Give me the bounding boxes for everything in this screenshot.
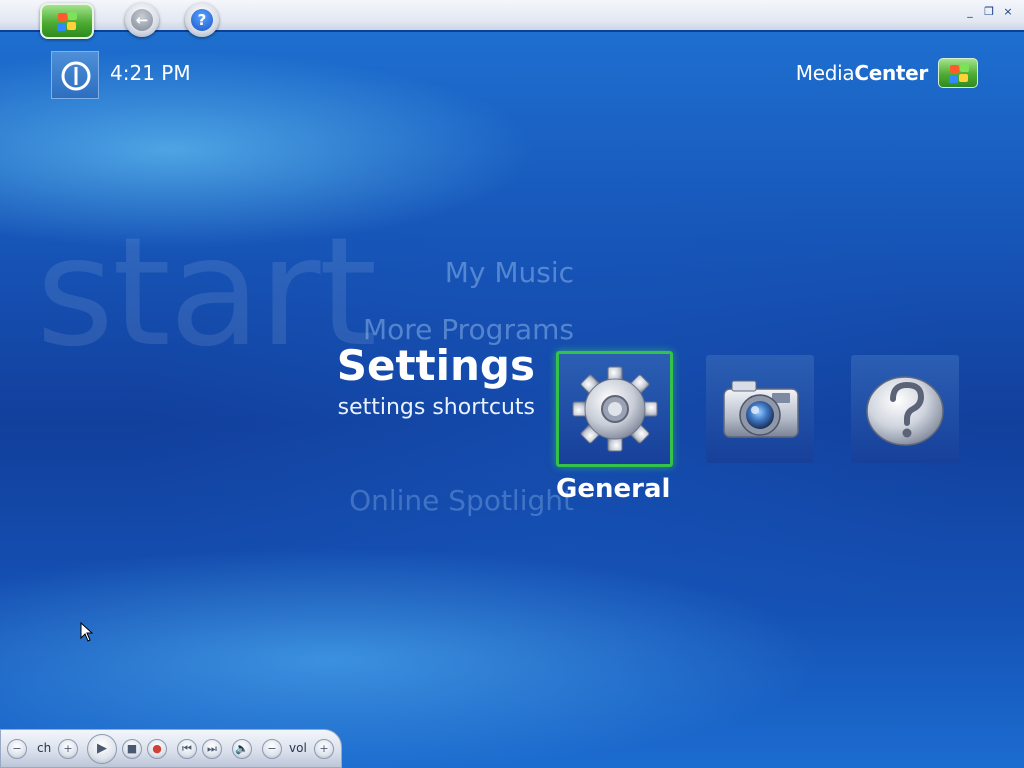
window-controls: _ ❐ × (964, 6, 1014, 18)
record-button[interactable]: ● (147, 739, 167, 759)
brand-name: MediaCenter (795, 61, 929, 85)
clock: 4:21 PM (110, 61, 191, 85)
channel-label: ch (37, 741, 52, 755)
help-icon: ? (191, 9, 213, 31)
windows-flag-icon (56, 12, 80, 32)
help-button[interactable]: ? (185, 3, 219, 37)
camera-icon (723, 380, 799, 438)
brand-name-bold: Center (854, 61, 928, 85)
start-button[interactable] (40, 3, 94, 39)
mouse-cursor-icon (80, 622, 94, 642)
menu-item-online-spotlight[interactable]: Online Spotlight (349, 484, 574, 517)
tile-general[interactable] (556, 351, 673, 467)
back-button[interactable]: ← (125, 3, 159, 37)
stop-button[interactable]: ■ (122, 739, 142, 759)
gear-icon (572, 366, 658, 452)
section-subtitle: settings shortcuts (337, 395, 535, 420)
channel-down-button[interactable]: − (7, 739, 27, 759)
menu-item-settings[interactable]: Settings (337, 341, 535, 390)
minimize-button[interactable]: _ (964, 6, 976, 18)
volume-down-button[interactable]: − (262, 739, 282, 759)
skip-forward-button[interactable]: ⏭ (202, 739, 222, 759)
brand-flag (948, 64, 972, 84)
back-arrow-icon: ← (131, 9, 153, 31)
menu-item-my-music[interactable]: My Music (445, 256, 574, 289)
tile-pictures[interactable] (706, 355, 814, 463)
channel-up-button[interactable]: + (58, 739, 78, 759)
volume-label: vol (289, 741, 307, 755)
brand-name-light: Media (795, 61, 855, 85)
close-button[interactable]: × (1002, 6, 1014, 18)
restore-button[interactable]: ❐ (983, 6, 995, 18)
play-button[interactable]: ▶ (87, 734, 117, 764)
power-icon (61, 61, 91, 91)
help-icon (866, 376, 944, 446)
transport-bar: − ch + ▶ ■ ● ⏮ ⏭ 🔈 − vol + (0, 729, 342, 768)
power-button[interactable] (51, 51, 99, 99)
media-center-logo: MediaCenter (796, 58, 978, 88)
tile-help[interactable] (851, 355, 959, 463)
selected-tile-label: General (556, 474, 671, 504)
section-watermark: start (36, 206, 377, 380)
volume-up-button[interactable]: + (314, 739, 334, 759)
skip-back-button[interactable]: ⏮ (177, 739, 197, 759)
mute-button[interactable]: 🔈 (232, 739, 252, 759)
windows-flag-icon (938, 58, 978, 88)
